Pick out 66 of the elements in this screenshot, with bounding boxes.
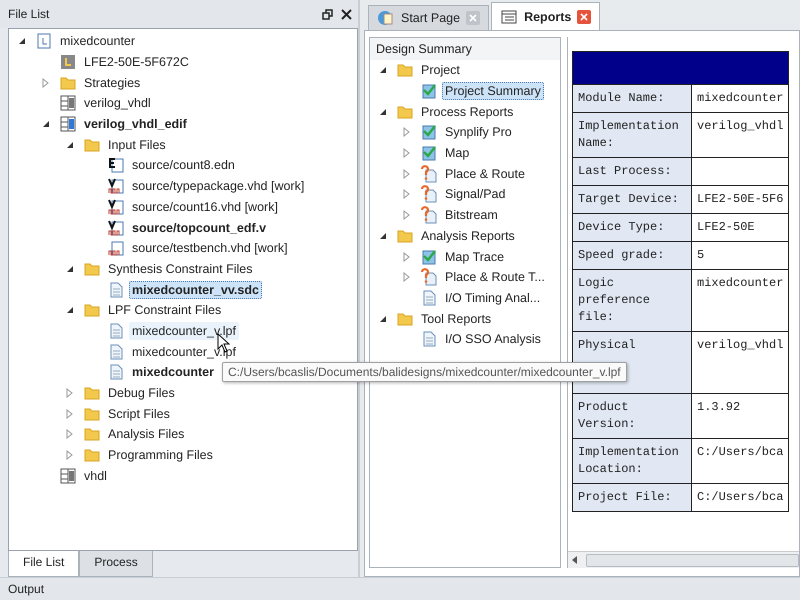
table-cell: Target Device: (572, 186, 692, 214)
panel-tab[interactable]: File List (8, 551, 80, 577)
tree-item[interactable]: Bitstream (442, 206, 501, 224)
table-cell: Device Type: (572, 214, 692, 242)
tree-item[interactable]: Place & Route T... (442, 268, 548, 286)
tree-item[interactable]: Debug Files (105, 384, 178, 402)
tree-item[interactable]: mixedcounter (57, 32, 138, 50)
tree-item[interactable]: mixedcounter_vv.sdc (129, 280, 262, 299)
tree-item[interactable]: Map (442, 144, 472, 162)
tree-item[interactable]: vhdl (81, 466, 110, 485)
table-cell: Speed grade: (572, 242, 692, 270)
tree-item[interactable]: verilog_vhdl (81, 94, 154, 112)
tree-item[interactable]: Place & Route (442, 164, 528, 183)
tree-item[interactable]: source/count8.edn (129, 156, 238, 174)
tree-item[interactable]: Input Files (105, 136, 169, 154)
tree-item[interactable]: Synplify Pro (442, 123, 515, 142)
table-cell: mixedcounter (692, 270, 789, 332)
table-cell: mixedcounter (692, 84, 789, 112)
table-cell: Last Process: (572, 158, 692, 186)
tree-item[interactable]: Analysis Files (105, 425, 188, 444)
panel-title: Design Summary (370, 38, 560, 60)
table-cell: LFE2-50E (692, 214, 789, 242)
tree-item[interactable]: Project (418, 61, 463, 80)
panel-tab[interactable]: Process (79, 551, 153, 577)
table-cell: LFE2-50E-5F6 (692, 186, 789, 214)
tree-item[interactable]: Strategies (81, 74, 144, 92)
table-cell: Implementation Name: (572, 112, 692, 158)
tree-item[interactable]: source/topcount_edf.v (129, 218, 270, 237)
document-tab[interactable]: Reports (491, 2, 600, 30)
tooltip: C:/Users/bcaslis/Documents/balidesigns/mixedcounter/mixedcounter_v.lpf (222, 362, 627, 382)
tree-item[interactable]: I/O Timing Anal... (442, 288, 544, 307)
table-cell: C:/Users/bca (692, 484, 789, 512)
table-cell: Logic preference file: (572, 270, 692, 332)
tab-label: Start Page (401, 11, 460, 25)
tree-item[interactable]: LFE2-50E-5F672C (81, 53, 192, 72)
tree-item[interactable]: source/count16.vhd [work] (129, 198, 281, 216)
tree-item[interactable]: source/typepackage.vhd [work] (129, 177, 308, 196)
tree-item[interactable]: LPF Constraint Files (105, 301, 224, 320)
tree-item[interactable]: Tool Reports (418, 310, 494, 328)
tree-item[interactable]: mixedcounter (129, 363, 217, 382)
tree-item[interactable]: source/testbench.vhd [work] (129, 239, 291, 258)
tree-item[interactable]: Signal/Pad (442, 185, 508, 204)
tree-item[interactable]: I/O SSO Analysis (442, 330, 544, 348)
table-cell: verilog_vhdl (692, 112, 789, 158)
table-cell: Module Name: (572, 84, 692, 112)
tree-item[interactable]: Process Reports (418, 102, 516, 121)
tree-item[interactable]: Analysis Reports (418, 226, 518, 245)
panel-title: Output (8, 582, 44, 596)
tree-item[interactable]: mixedcounter_v.lpf (129, 322, 239, 340)
table-cell: 5 (692, 242, 789, 270)
panel-title: File List (8, 7, 50, 21)
document-tab[interactable]: Start Page (368, 5, 490, 30)
tree-item[interactable]: Map Trace (442, 248, 508, 266)
table-cell: Project File: (572, 484, 692, 512)
table-cell: Product Version: (572, 394, 692, 438)
tree-item[interactable]: verilog_vhdl_edif (81, 115, 190, 134)
table-cell: verilog_vhdl (692, 332, 789, 394)
table-cell: C:/Users/bca (692, 438, 789, 484)
tree-item[interactable]: Synthesis Constraint Files (105, 260, 256, 278)
table-cell: 1.3.92 (692, 394, 789, 438)
table-cell: Implementation Location: (572, 438, 692, 484)
tree-item[interactable]: Programming Files (105, 446, 216, 464)
tree-item[interactable]: mixedcounter_v.lpf (129, 342, 239, 361)
tree-item[interactable]: Project Summary (442, 82, 544, 100)
tree-item[interactable]: Script Files (105, 404, 173, 423)
tab-label: Reports (524, 10, 572, 24)
